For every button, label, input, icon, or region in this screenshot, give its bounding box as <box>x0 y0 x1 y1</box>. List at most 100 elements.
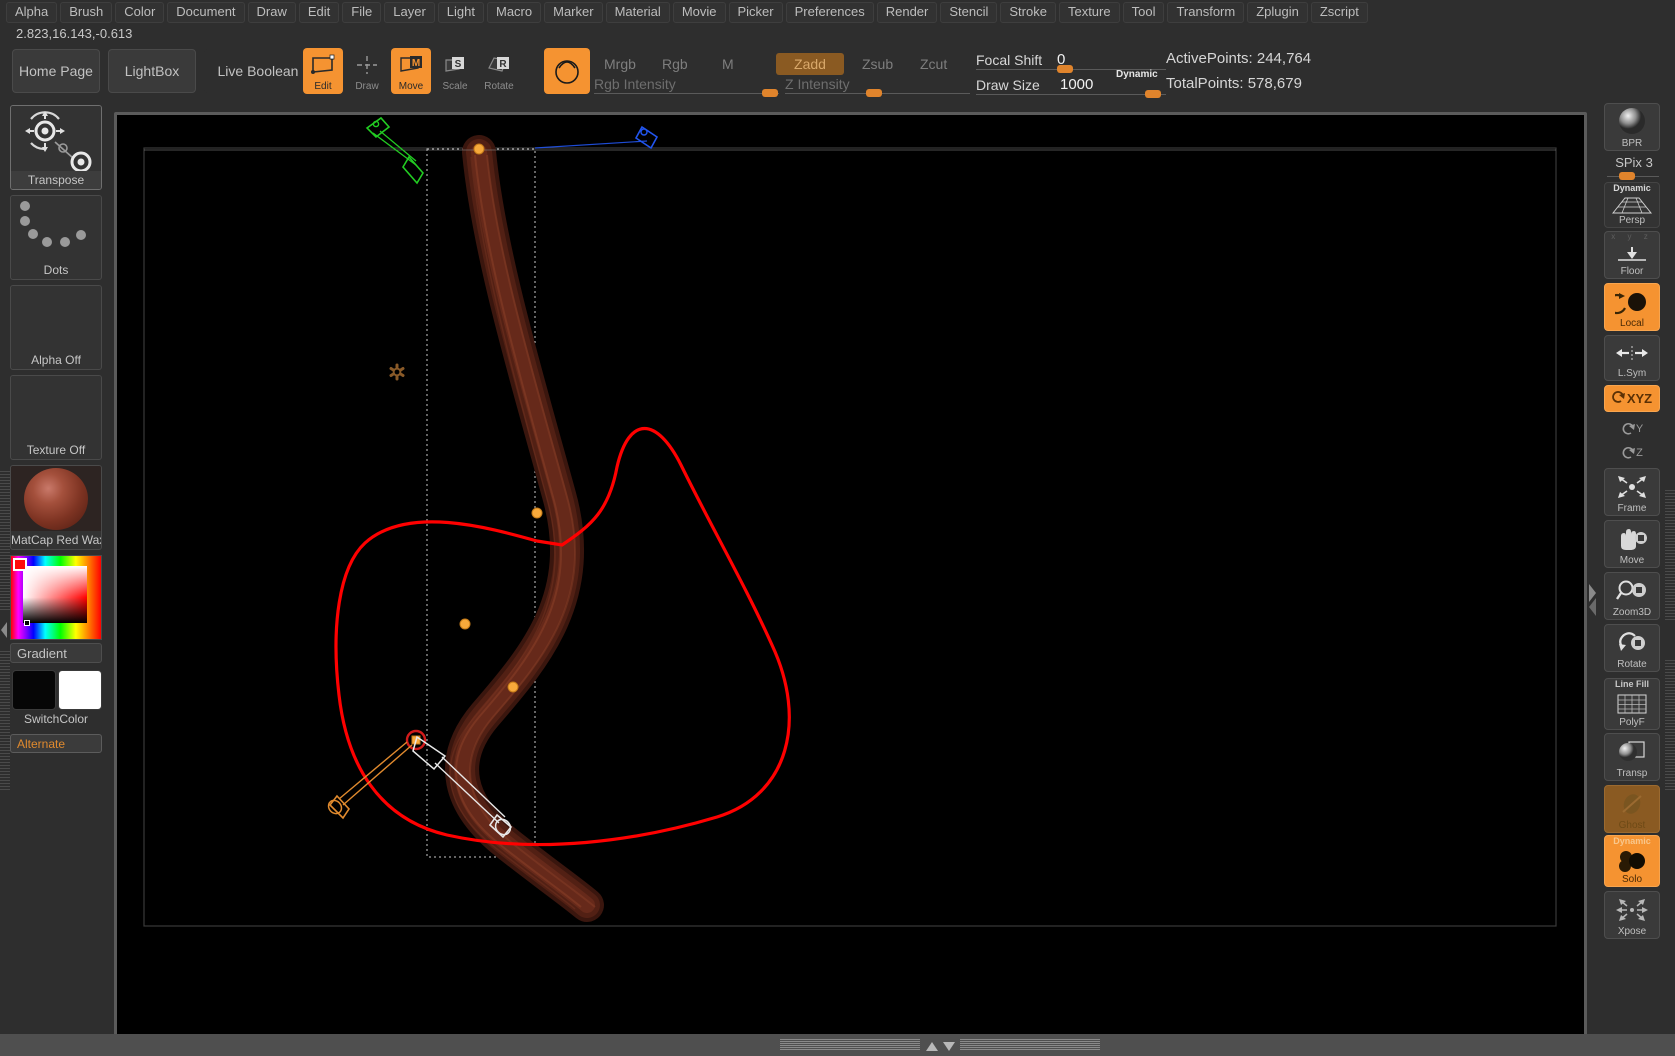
z-intensity-knob[interactable] <box>866 89 882 97</box>
spix-knob[interactable] <box>1619 172 1635 180</box>
draw-size-track[interactable] <box>976 94 1166 95</box>
focal-shift-knob[interactable] <box>1057 65 1073 73</box>
menu-item-alpha[interactable]: Alpha <box>6 1 58 23</box>
spix-row[interactable]: SPix 3 <box>1599 155 1669 170</box>
draw-size-knob[interactable] <box>1145 90 1161 98</box>
polyf-button[interactable]: Line Fill PolyF <box>1604 678 1660 730</box>
m-button[interactable]: M <box>712 53 744 75</box>
menu-bar: Alpha Brush Color Document Draw Edit Fil… <box>0 0 1675 24</box>
draw-size-value[interactable]: 1000 <box>1060 76 1093 93</box>
scroll-down-icon[interactable] <box>942 1039 956 1056</box>
scroll-up-icon[interactable] <box>925 1039 939 1056</box>
menu-item-brush[interactable]: Brush <box>60 1 113 23</box>
material-tile[interactable]: MatCap Red Wax <box>10 465 102 550</box>
right-tray-toggle[interactable] <box>1587 580 1597 620</box>
alternate-button[interactable]: Alternate <box>10 734 102 753</box>
lightbox-button[interactable]: LightBox <box>108 49 196 93</box>
solo-button[interactable]: Dynamic Solo <box>1604 835 1660 887</box>
bottom-scroll-left[interactable] <box>780 1038 920 1050</box>
move-nav-button[interactable]: Move <box>1604 520 1660 568</box>
secondary-color-swatch[interactable] <box>58 670 102 710</box>
zadd-button[interactable]: Zadd <box>776 53 844 75</box>
local-button[interactable]: Local <box>1604 283 1660 331</box>
current-brush-button[interactable] <box>544 48 590 94</box>
color-picker[interactable] <box>10 555 102 640</box>
scale-mode-button[interactable]: S Scale <box>435 48 475 94</box>
bpr-button[interactable]: BPR <box>1604 103 1660 151</box>
floor-button[interactable]: x y z Floor <box>1604 231 1660 279</box>
transpose-icon <box>25 111 92 173</box>
gradient-button[interactable]: Gradient <box>10 643 102 663</box>
document-canvas[interactable] <box>117 115 1584 1037</box>
switch-color-label[interactable]: SwitchColor <box>10 712 102 726</box>
menu-item-stencil[interactable]: Stencil <box>940 1 998 23</box>
mrgb-button[interactable]: Mrgb <box>594 53 646 75</box>
xpose-button[interactable]: Xpose <box>1604 891 1660 939</box>
zoom3d-button[interactable]: Zoom3D <box>1604 572 1660 620</box>
texture-tile[interactable]: Texture Off <box>10 375 102 460</box>
transpose-mid-handle-1[interactable] <box>531 507 543 519</box>
menu-item-marker[interactable]: Marker <box>544 1 603 23</box>
zbrush-window: Alpha Brush Color Document Draw Edit Fil… <box>0 0 1675 1056</box>
spix-label: SPix <box>1615 155 1642 170</box>
transpose-mid-handle-2[interactable] <box>459 618 471 630</box>
transpose-origin-handle[interactable] <box>473 143 485 155</box>
stroke-tile-dots[interactable]: Dots <box>10 195 102 280</box>
zaxis-label: Z <box>1636 447 1643 459</box>
bottom-scroll-right[interactable] <box>960 1038 1100 1050</box>
menu-item-picker[interactable]: Picker <box>728 1 783 23</box>
menu-item-zscript[interactable]: Zscript <box>1310 1 1368 23</box>
rotate-nav-button[interactable]: Rotate <box>1604 624 1660 672</box>
right-tray-grip[interactable] <box>1665 490 1675 620</box>
edit-mode-button[interactable]: Edit <box>303 48 343 94</box>
transpose-mid-handle-3[interactable] <box>507 681 519 693</box>
menu-item-texture[interactable]: Texture <box>1058 1 1120 23</box>
menu-item-zplugin[interactable]: Zplugin <box>1247 1 1308 23</box>
home-page-button[interactable]: Home Page <box>12 49 100 93</box>
menu-item-render[interactable]: Render <box>876 1 938 23</box>
gizmo-blue-handle[interactable] <box>534 125 659 150</box>
menu-item-layer[interactable]: Layer <box>384 1 435 23</box>
menu-item-tool[interactable]: Tool <box>1122 1 1165 23</box>
left-tray-grip-lower[interactable] <box>0 650 10 790</box>
rotate-mode-button[interactable]: R Rotate <box>479 48 519 94</box>
menu-item-edit[interactable]: Edit <box>298 1 340 23</box>
xyz-button[interactable]: XYZ <box>1604 385 1660 412</box>
draw-mode-button[interactable]: Draw <box>347 48 387 94</box>
menu-item-preferences[interactable]: Preferences <box>785 1 874 23</box>
zsub-button[interactable]: Zsub <box>852 53 903 75</box>
rgb-intensity-knob[interactable] <box>762 89 778 97</box>
brush-tile-transpose[interactable]: Transpose <box>10 105 102 190</box>
zaxis-button[interactable]: Z <box>1617 442 1647 464</box>
menu-item-document[interactable]: Document <box>167 1 245 23</box>
rgb-intensity-track[interactable] <box>594 93 779 94</box>
primary-color-swatch[interactable] <box>12 670 56 710</box>
dynamic-label[interactable]: Dynamic <box>1116 69 1158 80</box>
menu-item-stroke[interactable]: Stroke <box>1000 1 1056 23</box>
menu-item-transform[interactable]: Transform <box>1167 1 1245 23</box>
alpha-tile[interactable]: Alpha Off <box>10 285 102 370</box>
color-cursor[interactable] <box>24 620 30 626</box>
left-tray-toggle[interactable] <box>0 610 9 650</box>
frame-button[interactable]: Frame <box>1604 468 1660 516</box>
yaxis-button[interactable]: Y <box>1617 418 1647 440</box>
transp-button[interactable]: Transp <box>1604 733 1660 781</box>
right-tray-grip-lower[interactable] <box>1665 660 1675 790</box>
live-boolean-button[interactable]: Live Boolean <box>204 49 312 93</box>
texture-tile-label: Texture Off <box>26 443 86 457</box>
rgb-button[interactable]: Rgb <box>652 53 698 75</box>
menu-item-macro[interactable]: Macro <box>486 1 542 23</box>
move-mode-button[interactable]: M Move <box>391 48 431 94</box>
menu-item-light[interactable]: Light <box>437 1 484 23</box>
left-tray-grip[interactable] <box>0 470 10 610</box>
lsym-button[interactable]: L.Sym <box>1604 335 1660 381</box>
menu-item-movie[interactable]: Movie <box>672 1 726 23</box>
saturation-value-area[interactable] <box>23 566 87 623</box>
menu-item-draw[interactable]: Draw <box>247 1 296 23</box>
persp-button[interactable]: Dynamic Persp <box>1604 182 1660 228</box>
menu-item-material[interactable]: Material <box>605 1 670 23</box>
menu-item-color[interactable]: Color <box>115 1 165 23</box>
zcut-button[interactable]: Zcut <box>910 53 957 75</box>
ghost-button[interactable]: Ghost <box>1604 785 1660 833</box>
menu-item-file[interactable]: File <box>342 1 382 23</box>
